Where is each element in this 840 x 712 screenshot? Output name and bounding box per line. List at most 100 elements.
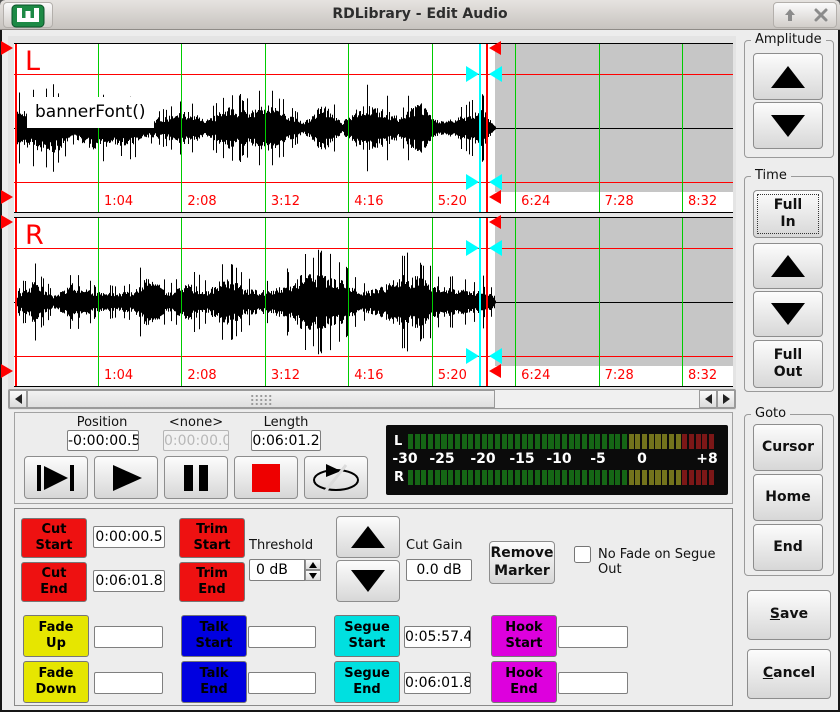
position-field[interactable]	[67, 430, 139, 451]
fade-down-button[interactable]: Fade Down	[23, 661, 89, 703]
cut-start-button[interactable]: Cut Start	[21, 518, 87, 558]
scroll-right-button[interactable]	[717, 390, 735, 408]
no-fade-checkbox[interactable]	[574, 546, 591, 563]
segue-handle-icon[interactable]	[489, 66, 502, 82]
segue-start-marker-line[interactable]	[479, 218, 481, 386]
cut-end-field[interactable]	[93, 570, 165, 592]
meter-segment	[709, 470, 714, 485]
segue-end-button[interactable]: Segue End	[334, 661, 400, 703]
meter-scale-label: -30	[392, 451, 417, 467]
gain-up-button[interactable]	[336, 516, 400, 558]
gain-down-button[interactable]	[336, 560, 400, 602]
cut-end-handle-icon[interactable]	[489, 364, 501, 378]
up-arrow-icon	[351, 526, 385, 548]
cancel-button[interactable]: Cancel	[747, 649, 831, 699]
meter-segment	[528, 434, 533, 449]
length-label: Length	[246, 415, 326, 430]
meter-segment	[562, 470, 567, 485]
segue-handle-icon[interactable]	[489, 174, 502, 190]
meter-segment	[589, 470, 594, 485]
time-label: 7:28	[605, 368, 634, 383]
cut-start-handle-icon[interactable]	[1, 215, 13, 229]
shade-window-icon[interactable]	[782, 7, 798, 23]
cut-end-handle-icon[interactable]	[489, 215, 501, 229]
time-label: 4:16	[354, 194, 383, 209]
amplitude-down-button[interactable]	[753, 102, 823, 149]
scroll-left-button[interactable]	[699, 390, 717, 408]
cut-end-marker-line[interactable]	[486, 44, 488, 212]
time-gridline	[432, 44, 433, 212]
spin-down-button[interactable]	[305, 570, 321, 581]
remove-marker-button[interactable]: Remove Marker	[489, 541, 555, 584]
stop-icon	[248, 463, 284, 493]
scrollbar-thumb[interactable]	[27, 390, 495, 408]
goto-cursor-button[interactable]: Cursor	[753, 424, 823, 471]
cut-start-handle-icon[interactable]	[1, 190, 13, 204]
cut-start-marker-line[interactable]	[15, 218, 17, 386]
cut-start-marker-line[interactable]	[15, 44, 17, 212]
segue-handle-icon[interactable]	[466, 240, 479, 256]
waveform-channel-right[interactable]: R 1:042:083:124:165:206:247:288:32	[14, 217, 733, 387]
segue-start-field[interactable]	[404, 626, 471, 648]
talk-end-field[interactable]	[248, 672, 316, 694]
time-zoom-out-button[interactable]	[753, 291, 823, 337]
segue-handle-icon[interactable]	[466, 66, 479, 82]
cut-start-handle-icon[interactable]	[1, 41, 13, 55]
cut-end-handle-icon[interactable]	[489, 190, 501, 204]
segue-handle-icon[interactable]	[489, 240, 502, 256]
stop-button[interactable]	[234, 456, 298, 499]
fade-down-field[interactable]	[94, 672, 163, 694]
cut-end-button[interactable]: Cut End	[21, 562, 87, 602]
talk-end-button[interactable]: Talk End	[181, 661, 247, 703]
close-window-icon[interactable]	[813, 7, 829, 23]
fade-up-button[interactable]: Fade Up	[23, 615, 89, 657]
segue-start-marker-line[interactable]	[479, 44, 481, 212]
cut-end-handle-icon[interactable]	[489, 41, 501, 55]
play-button[interactable]	[94, 456, 158, 499]
length-field[interactable]	[251, 430, 321, 451]
left-arrow-icon	[15, 394, 22, 404]
time-full-out-button[interactable]: Full Out	[753, 340, 823, 388]
segue-end-field[interactable]	[404, 672, 471, 694]
meter-segment	[415, 470, 420, 485]
cut-end-marker-line[interactable]	[486, 218, 488, 386]
spin-up-button[interactable]	[305, 559, 321, 570]
titlebar[interactable]: RDLibrary - Edit Audio	[0, 0, 840, 30]
hook-start-button[interactable]: Hook Start	[491, 615, 557, 657]
segue-handle-icon[interactable]	[466, 348, 479, 364]
meter-segment	[569, 434, 574, 449]
trim-end-button[interactable]: Trim End	[179, 562, 245, 602]
up-arrow-icon	[771, 66, 805, 88]
hook-end-field[interactable]	[558, 672, 628, 694]
goto-end-button[interactable]: End	[753, 524, 823, 571]
segue-handle-icon[interactable]	[466, 174, 479, 190]
talk-start-field[interactable]	[248, 626, 316, 648]
segue-start-button[interactable]: Segue Start	[334, 615, 400, 657]
time-label: 8:32	[688, 194, 717, 209]
fade-up-field[interactable]	[94, 626, 163, 648]
threshold-field[interactable]	[249, 559, 305, 581]
goto-home-button[interactable]: Home	[753, 474, 823, 521]
time-zoom-in-button[interactable]	[753, 243, 823, 289]
cut-start-handle-icon[interactable]	[1, 364, 13, 378]
play-from-button[interactable]	[24, 456, 88, 499]
meter-bar-left	[408, 434, 714, 449]
trim-start-button[interactable]: Trim Start	[179, 518, 245, 558]
save-button[interactable]: Save	[747, 590, 831, 640]
meter-segment	[468, 434, 473, 449]
segue-handle-icon[interactable]	[489, 348, 502, 364]
waveform-scrollbar[interactable]	[8, 389, 736, 409]
hook-start-field[interactable]	[558, 626, 628, 648]
meter-segment	[649, 434, 654, 449]
scroll-left-button[interactable]	[9, 390, 27, 408]
time-full-in-button[interactable]: Full In	[753, 190, 823, 238]
loop-button[interactable]	[304, 456, 368, 499]
pause-button[interactable]	[164, 456, 228, 499]
talk-start-button[interactable]: Talk Start	[181, 615, 247, 657]
cut-start-field[interactable]	[93, 526, 165, 548]
hook-end-button[interactable]: Hook End	[491, 661, 557, 703]
time-label: 7:28	[605, 194, 634, 209]
amplitude-up-button[interactable]	[753, 53, 823, 100]
waveform-channel-left[interactable]: L bannerFont() 1:042:083:124:165:206:247…	[14, 43, 733, 213]
cut-gain-field[interactable]	[406, 559, 472, 581]
